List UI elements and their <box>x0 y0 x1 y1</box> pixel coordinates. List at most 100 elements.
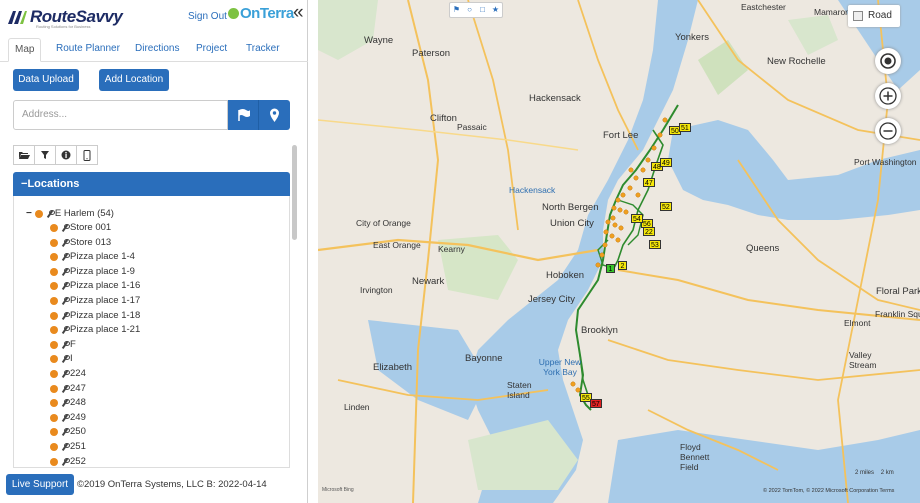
wrench-icon[interactable] <box>61 443 70 451</box>
orange-dot-icon <box>50 370 58 378</box>
tree-item[interactable]: 249 <box>50 411 86 425</box>
collapse-minus-icon[interactable]: − <box>26 207 32 221</box>
panel-scrollbar[interactable] <box>292 145 297 240</box>
map-label: Yonkers <box>675 32 709 43</box>
logo-tagline: Routing Solutions for Business <box>36 24 91 29</box>
data-upload-button[interactable]: Data Upload <box>13 69 79 91</box>
map-label: Staten Island <box>507 380 532 400</box>
routesavvy-logo-icon <box>8 11 27 24</box>
target-icon <box>880 53 896 69</box>
routesavvy-logo[interactable]: RouteSavvy Routing Solutions for Busines… <box>6 6 123 29</box>
tab-tracker[interactable]: Tracker <box>246 38 280 62</box>
wrench-icon[interactable] <box>61 428 70 436</box>
wrench-icon[interactable] <box>61 282 70 290</box>
tab-route-planner[interactable]: Route Planner <box>56 38 120 62</box>
address-input[interactable]: Address... <box>13 100 228 130</box>
map-label: Jersey City <box>528 294 575 305</box>
map-view[interactable]: Wayne Paterson Yonkers New Rochelle Hack… <box>318 0 920 503</box>
zoom-in-button[interactable] <box>875 83 901 109</box>
draw-square-icon[interactable]: □ <box>476 3 489 17</box>
tree-item[interactable]: Pizza place 1-17 <box>50 294 140 308</box>
tree-item[interactable]: Store 001 <box>50 221 111 235</box>
route-stop-marker[interactable]: 47 <box>643 178 655 187</box>
flag-button[interactable] <box>228 100 259 130</box>
onterra-globe-icon <box>228 8 239 19</box>
tree-item[interactable]: 251 <box>50 440 86 454</box>
tree-item-label: 250 <box>70 426 86 438</box>
locations-header[interactable]: −Locations <box>13 172 290 196</box>
mobile-icon[interactable] <box>76 145 98 165</box>
wrench-icon[interactable] <box>61 413 70 422</box>
draw-star-icon[interactable]: ★ <box>489 3 502 17</box>
bing-logo: Microsoft Bing <box>322 487 354 493</box>
map-label: Franklin Square <box>875 309 920 319</box>
wrench-icon[interactable] <box>61 340 70 349</box>
wrench-icon[interactable] <box>61 399 70 407</box>
add-location-button[interactable]: Add Location <box>99 69 169 91</box>
wrench-icon[interactable] <box>61 297 70 305</box>
tree-item-label: Pizza place 1-9 <box>70 265 135 277</box>
wrench-icon[interactable] <box>61 384 70 393</box>
wrench-icon[interactable] <box>61 267 70 276</box>
tree-item[interactable]: 250 <box>50 425 86 439</box>
filter-icon[interactable] <box>34 145 56 165</box>
double-chevron-left-icon[interactable]: « <box>293 3 304 23</box>
wrench-icon[interactable] <box>61 355 70 363</box>
wrench-icon[interactable] <box>61 326 70 334</box>
sign-out-link[interactable]: Sign Out <box>188 11 227 22</box>
route-start-marker[interactable]: 1 <box>606 264 615 273</box>
wrench-icon[interactable] <box>46 210 55 218</box>
tree-item[interactable]: 224 <box>50 367 86 381</box>
tree-item[interactable]: I <box>50 352 73 366</box>
tree-item[interactable]: Pizza place 1-18 <box>50 309 140 323</box>
map-canvas <box>318 0 920 503</box>
map-scale: 2 miles 2 km <box>855 470 894 476</box>
route-stop-marker[interactable]: 53 <box>649 240 661 249</box>
map-label: Hoboken <box>546 270 585 281</box>
map-attribution[interactable]: © 2022 TomTom, © 2022 Microsoft Corporat… <box>763 488 894 494</box>
map-label: Wayne <box>364 35 394 46</box>
orange-dot-icon <box>50 355 58 364</box>
route-stop-marker[interactable]: 49 <box>660 158 672 167</box>
orange-dot-icon <box>50 282 58 291</box>
tree-item[interactable]: Store 013 <box>50 236 111 250</box>
locate-button[interactable] <box>259 100 290 130</box>
live-support-button[interactable]: Live Support <box>6 474 74 495</box>
tree-item[interactable]: Pizza place 1-4 <box>50 250 135 264</box>
tree-item[interactable]: 248 <box>50 396 86 410</box>
tree-item-label: Pizza place 1-4 <box>70 251 135 263</box>
folder-open-icon[interactable] <box>13 145 35 165</box>
route-stop-marker[interactable]: 22 <box>643 227 655 236</box>
route-stop-marker[interactable]: 54 <box>631 214 643 223</box>
tree-group-e-harlem[interactable]: − E Harlem (54) <box>26 207 114 221</box>
zoom-out-button[interactable] <box>875 118 901 144</box>
tree-item[interactable]: Pizza place 1-21 <box>50 323 140 337</box>
map-label: Elizabeth <box>373 362 413 373</box>
wrench-icon[interactable] <box>61 457 70 466</box>
route-stop-marker[interactable]: 2 <box>618 261 627 270</box>
map-label: City of Orange <box>356 218 411 228</box>
wrench-icon[interactable] <box>61 224 70 232</box>
route-stop-marker[interactable]: 51 <box>679 123 691 132</box>
route-end-marker[interactable]: 57 <box>590 399 602 408</box>
tree-item[interactable]: Pizza place 1-16 <box>50 279 140 293</box>
draw-circle-icon[interactable]: ○ <box>463 3 476 17</box>
tab-map[interactable]: Map <box>8 38 42 62</box>
wrench-icon[interactable] <box>61 253 70 261</box>
orange-dot-icon <box>50 384 58 393</box>
tree-item[interactable]: F <box>50 338 76 352</box>
tab-project[interactable]: Project <box>196 38 227 62</box>
tree-item[interactable]: 252 <box>50 455 86 467</box>
tab-directions[interactable]: Directions <box>135 38 179 62</box>
tree-item[interactable]: Pizza place 1-9 <box>50 265 135 279</box>
wrench-icon[interactable] <box>61 370 70 378</box>
route-stop-marker[interactable]: 52 <box>660 202 672 211</box>
draw-flag-icon[interactable]: ⚑ <box>450 3 463 17</box>
tree-item[interactable]: 247 <box>50 382 86 396</box>
map-style-button[interactable]: Road <box>848 5 900 27</box>
info-icon[interactable] <box>55 145 77 165</box>
wrench-icon[interactable] <box>61 238 70 247</box>
locate-me-button[interactable] <box>875 48 901 74</box>
tab-bar: Map Route Planner Directions Project Tra… <box>0 38 308 62</box>
wrench-icon[interactable] <box>61 311 70 320</box>
